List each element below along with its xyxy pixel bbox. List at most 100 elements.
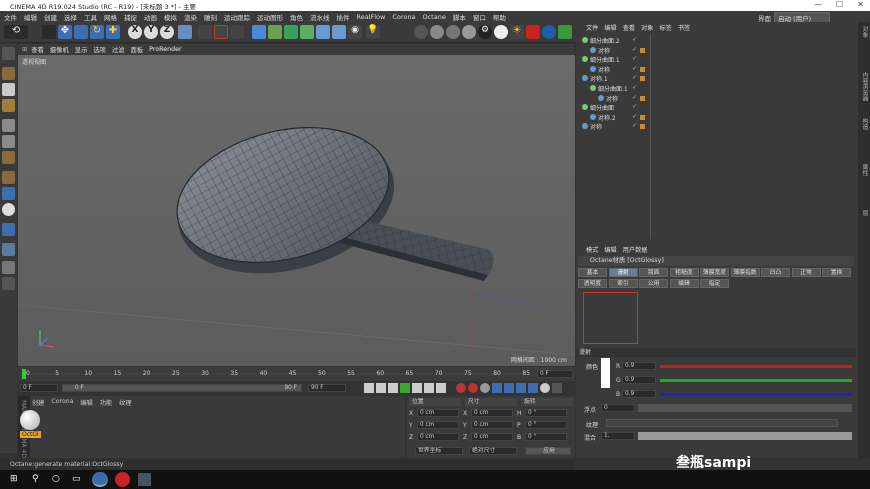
object-row[interactable]: 细分曲面 ✓ [576, 103, 858, 113]
render-settings-icon[interactable] [230, 25, 244, 39]
mix-field[interactable]: 1. [601, 432, 635, 440]
object-menu-item[interactable]: 文件 [586, 23, 598, 32]
planar-workplane-icon[interactable] [2, 243, 15, 256]
coord-field[interactable]: 0 ° [525, 433, 567, 441]
key-pla-icon[interactable] [540, 383, 550, 393]
x-axis-icon[interactable]: X [128, 25, 142, 39]
coord-field[interactable]: 0 ° [525, 421, 567, 429]
recent-tool-icon[interactable]: ✚ [106, 25, 120, 39]
attribute-menu-item[interactable]: 用户数据 [623, 245, 648, 254]
key-selection-icon[interactable] [480, 383, 490, 393]
start-frame-field[interactable]: 0 F [20, 384, 58, 392]
coord-field[interactable]: 0 cm [471, 409, 513, 417]
apply-button[interactable]: 应用 [525, 447, 571, 455]
key-scale-icon[interactable] [504, 383, 514, 393]
menu-item[interactable]: 流水线 [310, 12, 330, 22]
object-visibility-icon[interactable]: ✓ [632, 103, 637, 110]
side-tab[interactable]: 内容浏览器 [860, 72, 869, 101]
task-view-icon[interactable]: ▭ [72, 474, 81, 484]
coord-field[interactable]: 0 cm [471, 421, 513, 429]
pen-icon[interactable] [268, 25, 282, 39]
recorder-task-icon[interactable] [115, 472, 130, 487]
coord-field[interactable]: 0 ° [525, 409, 567, 417]
viewport-menu-item[interactable]: 查看 [31, 45, 44, 54]
attribute-tab[interactable]: 索引 [608, 279, 638, 288]
attribute-tab[interactable]: 编辑 [669, 279, 699, 288]
coord-field[interactable]: 0 cm [417, 409, 459, 417]
object-menu-item[interactable]: 对象 [641, 23, 653, 32]
object-tag-icon[interactable] [640, 124, 645, 130]
object-row[interactable]: 对称.1 ✓ [576, 74, 858, 84]
object-row[interactable]: 对称 ✓ [576, 65, 858, 75]
menu-item[interactable]: 动画 [144, 12, 157, 22]
object-visibility-icon[interactable]: ✓ [632, 94, 637, 101]
object-tag-icon[interactable] [640, 114, 645, 120]
polygons-mode-icon[interactable] [2, 151, 15, 164]
light-icon[interactable]: 💡 [366, 25, 380, 39]
material-menu-item[interactable]: 编辑 [80, 398, 92, 407]
menu-item[interactable]: 雕刻 [204, 12, 217, 22]
enable-axis-icon[interactable] [2, 171, 15, 184]
frame-range-slider[interactable]: 0 F 90 F [62, 384, 302, 392]
record-icon[interactable] [456, 383, 466, 393]
coordinate-system-icon[interactable] [178, 25, 192, 39]
make-editable-icon[interactable] [2, 47, 15, 60]
side-tab[interactable]: 构造 [860, 118, 869, 130]
float-slider[interactable] [638, 404, 852, 412]
b-field[interactable]: 0.9 [622, 390, 656, 398]
last-frame-icon[interactable] [436, 383, 446, 393]
coord-field[interactable]: 0 cm [417, 421, 459, 429]
coord-field[interactable]: 0 cm [417, 433, 459, 441]
key-rotation-icon[interactable] [516, 383, 526, 393]
object-row[interactable]: 对称.2 ✓ [576, 113, 858, 123]
object-visibility-icon[interactable]: ✓ [632, 55, 637, 62]
object-row[interactable]: 细分曲面.1 ✓ [576, 84, 858, 94]
viewport-menu-item[interactable]: 面板 [131, 45, 144, 54]
attribute-tab[interactable]: 置换 [822, 268, 851, 277]
cube-icon[interactable] [252, 25, 266, 39]
viewport-menu-item[interactable]: 选项 [93, 45, 106, 54]
attribute-tab[interactable]: 薄膜指数 [730, 268, 760, 277]
menu-item[interactable]: 渲染 [184, 12, 197, 22]
object-visibility-icon[interactable]: ✓ [632, 36, 637, 43]
model-mode-icon[interactable] [2, 67, 15, 80]
coord-field[interactable]: 0 cm [471, 433, 513, 441]
subdivision-surface-icon[interactable] [284, 25, 298, 39]
y-axis-icon[interactable]: Y [144, 25, 158, 39]
search-icon[interactable]: ⚲ [32, 474, 39, 484]
close-button[interactable]: ✕ [857, 0, 864, 9]
object-visibility-icon[interactable]: ✓ [632, 46, 637, 53]
next-frame-icon[interactable] [412, 383, 422, 393]
attribute-tab[interactable]: 正常 [791, 268, 821, 277]
menu-item[interactable]: RealFlow [357, 13, 386, 21]
menu-item[interactable]: 创建 [44, 12, 57, 22]
size-mode-dropdown[interactable]: 绝对尺寸 [469, 447, 517, 455]
object-tag-icon[interactable] [640, 38, 645, 43]
object-tag-icon[interactable] [640, 105, 645, 110]
cortana-icon[interactable]: ○ [52, 474, 60, 484]
menu-item[interactable]: 运动图形 [257, 12, 283, 22]
timeline-menu-icon[interactable] [552, 383, 562, 393]
attribute-tab[interactable]: 镜面 [639, 268, 668, 277]
minimize-button[interactable]: — [814, 0, 822, 9]
octane-specular-icon[interactable] [462, 25, 476, 39]
render-picture-viewer-icon[interactable] [214, 25, 228, 39]
menu-item[interactable]: 角色 [290, 12, 303, 22]
down-arrow-icon[interactable] [2, 277, 15, 290]
first-frame-icon[interactable] [364, 383, 374, 393]
undo-icon[interactable]: ⟲ [4, 25, 28, 39]
edges-mode-icon[interactable] [2, 135, 15, 148]
object-row[interactable]: 细分曲面.2 ✓ [576, 36, 858, 46]
viewport-menu-item[interactable]: 显示 [75, 45, 88, 54]
object-menu-item[interactable]: 查看 [623, 23, 635, 32]
array-icon[interactable] [300, 25, 314, 39]
octane-sun-icon[interactable]: ☀ [510, 25, 524, 39]
material-name-label[interactable]: OctGl [20, 431, 41, 438]
object-tag-icon[interactable] [640, 76, 645, 82]
menu-item[interactable]: 捕捉 [124, 12, 137, 22]
perspective-viewport[interactable]: 透视视图 网格间距: 1000 cm [18, 55, 575, 366]
menu-item[interactable]: 网格 [104, 12, 117, 22]
material-menu-item[interactable]: 创建 [32, 398, 44, 407]
menu-item[interactable]: 运动跟踪 [224, 12, 250, 22]
object-visibility-icon[interactable]: ✓ [632, 122, 637, 129]
